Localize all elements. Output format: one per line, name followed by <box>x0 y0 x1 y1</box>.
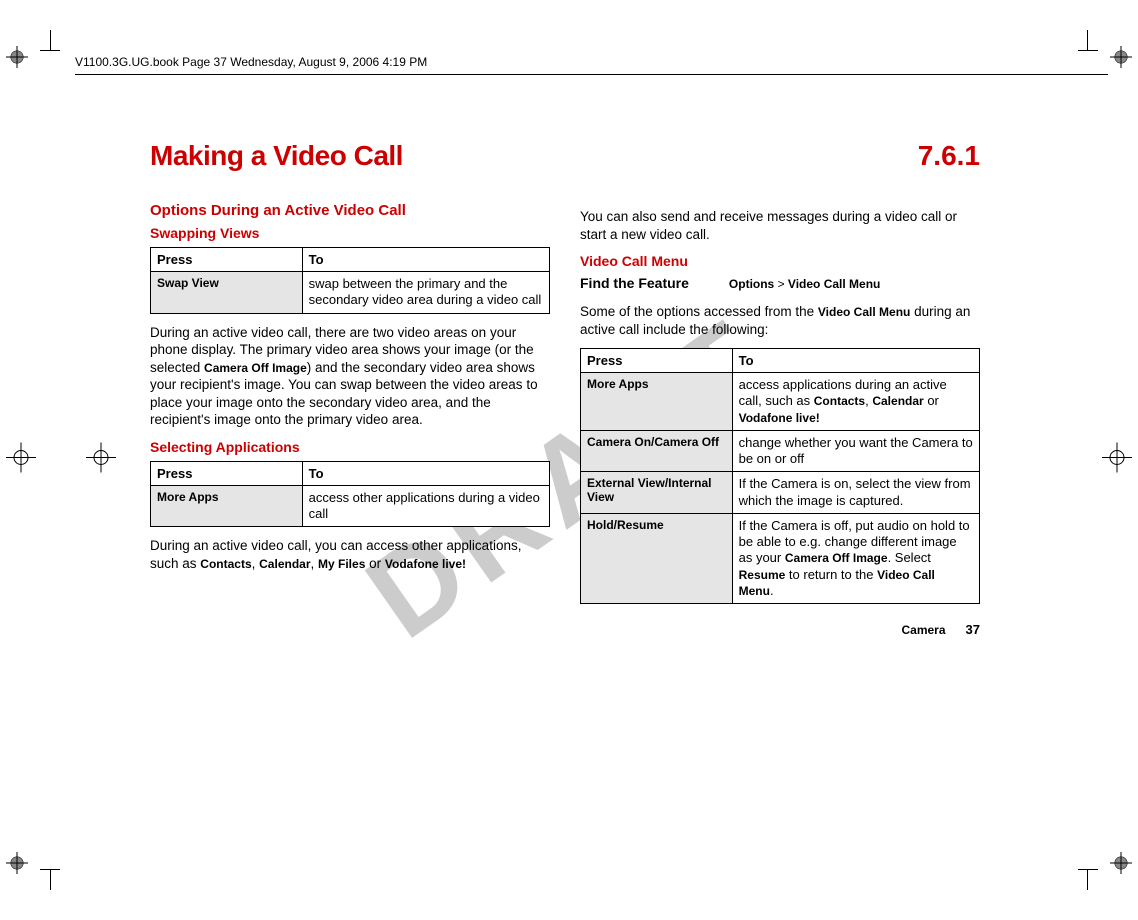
press-cell: External View/Internal View <box>581 472 733 514</box>
text: . Select <box>888 550 931 565</box>
body-paragraph: During an active video call, you can acc… <box>150 537 550 572</box>
find-feature-row: Find the Feature Options > Video Call Me… <box>580 275 980 291</box>
content-area: Making a Video Call 7.6.1 Options During… <box>150 140 980 637</box>
footer-page-number: 37 <box>966 622 980 637</box>
text: , <box>311 556 319 571</box>
ui-term: Resume <box>739 568 786 582</box>
text: > <box>774 277 788 291</box>
table-row: Camera On/Camera Off change whether you … <box>581 430 980 472</box>
table-row: More Apps access applications during an … <box>581 373 980 431</box>
text: Some of the options accessed from the <box>580 304 818 319</box>
ui-term: Contacts <box>200 557 251 571</box>
footer-section: Camera <box>902 623 946 637</box>
ui-term: Vodafone live! <box>385 557 466 571</box>
print-header: V1100.3G.UG.book Page 37 Wednesday, Augu… <box>75 55 427 69</box>
crop-tick-icon <box>1087 30 1088 50</box>
table-row: More Apps access other applications duri… <box>151 485 550 527</box>
ui-term: Video Call Menu <box>788 277 880 291</box>
crop-tick-icon <box>50 30 51 50</box>
text: or <box>924 393 939 408</box>
right-column: You can also send and receive messages d… <box>580 202 980 637</box>
page: V1100.3G.UG.book Page 37 Wednesday, Augu… <box>0 0 1138 920</box>
text: . <box>770 583 774 598</box>
crop-mark-icon <box>6 852 28 874</box>
ui-term: Video Call Menu <box>818 305 910 319</box>
crosshair-icon <box>6 443 36 478</box>
page-title-row: Making a Video Call 7.6.1 <box>150 140 980 172</box>
topic-heading: Selecting Applications <box>150 439 550 455</box>
crop-tick-icon <box>50 870 51 890</box>
crop-tick-icon <box>40 50 60 51</box>
table-header: To <box>732 349 979 373</box>
topic-heading: Swapping Views <box>150 225 550 241</box>
topic-heading: Video Call Menu <box>580 253 980 269</box>
to-cell: access other applications during a video… <box>302 485 549 527</box>
crop-mark-icon <box>1110 852 1132 874</box>
ui-term: Camera Off Image <box>785 551 888 565</box>
table-header: Press <box>151 461 303 485</box>
ui-term: Calendar <box>259 557 310 571</box>
to-cell: swap between the primary and the seconda… <box>302 272 549 314</box>
crosshair-icon <box>86 443 116 478</box>
video-call-menu-table: Press To More Apps access applications d… <box>580 348 980 604</box>
ui-term: Camera Off Image <box>204 361 307 375</box>
to-cell: access applications during an active cal… <box>732 373 979 431</box>
page-footer: Camera 37 <box>580 622 980 637</box>
left-column: Options During an Active Video Call Swap… <box>150 202 550 637</box>
ui-term: Contacts <box>814 394 865 408</box>
body-paragraph: You can also send and receive messages d… <box>580 208 980 243</box>
section-number: 7.6.1 <box>918 140 980 172</box>
press-cell: Hold/Resume <box>581 513 733 603</box>
crop-mark-icon <box>6 46 28 68</box>
table-header: To <box>302 248 549 272</box>
press-cell: Camera On/Camera Off <box>581 430 733 472</box>
to-cell: If the Camera is off, put audio on hold … <box>732 513 979 603</box>
crosshair-icon <box>1102 443 1132 478</box>
table-header: Press <box>151 248 303 272</box>
press-cell: Swap View <box>151 272 303 314</box>
ui-term: Calendar <box>872 394 923 408</box>
to-cell: change whether you want the Camera to be… <box>732 430 979 472</box>
body-paragraph: During an active video call, there are t… <box>150 324 550 429</box>
select-apps-table: Press To More Apps access other applicat… <box>150 461 550 528</box>
text: , <box>252 556 260 571</box>
press-cell: More Apps <box>151 485 303 527</box>
text: to return to the <box>785 567 877 582</box>
subsection-heading: Options During an Active Video Call <box>150 202 550 219</box>
crop-tick-icon <box>1087 870 1088 890</box>
page-title: Making a Video Call <box>150 140 403 172</box>
text: or <box>365 556 385 571</box>
table-row: External View/Internal View If the Camer… <box>581 472 980 514</box>
crop-mark-icon <box>1110 46 1132 68</box>
find-feature-path: Options > Video Call Menu <box>729 277 880 291</box>
ui-term: Options <box>729 277 774 291</box>
press-cell: More Apps <box>581 373 733 431</box>
body-paragraph: Some of the options accessed from the Vi… <box>580 303 980 338</box>
ui-term: Vodafone live! <box>739 411 820 425</box>
swap-view-table: Press To Swap View swap between the prim… <box>150 247 550 314</box>
crop-tick-icon <box>1078 50 1098 51</box>
table-header: Press <box>581 349 733 373</box>
table-header: To <box>302 461 549 485</box>
table-row: Swap View swap between the primary and t… <box>151 272 550 314</box>
ui-term: My Files <box>318 557 365 571</box>
to-cell: If the Camera is on, select the view fro… <box>732 472 979 514</box>
table-row: Hold/Resume If the Camera is off, put au… <box>581 513 980 603</box>
find-feature-label: Find the Feature <box>580 275 689 291</box>
print-header-rule <box>75 74 1108 75</box>
crop-tick-icon <box>1078 869 1098 870</box>
